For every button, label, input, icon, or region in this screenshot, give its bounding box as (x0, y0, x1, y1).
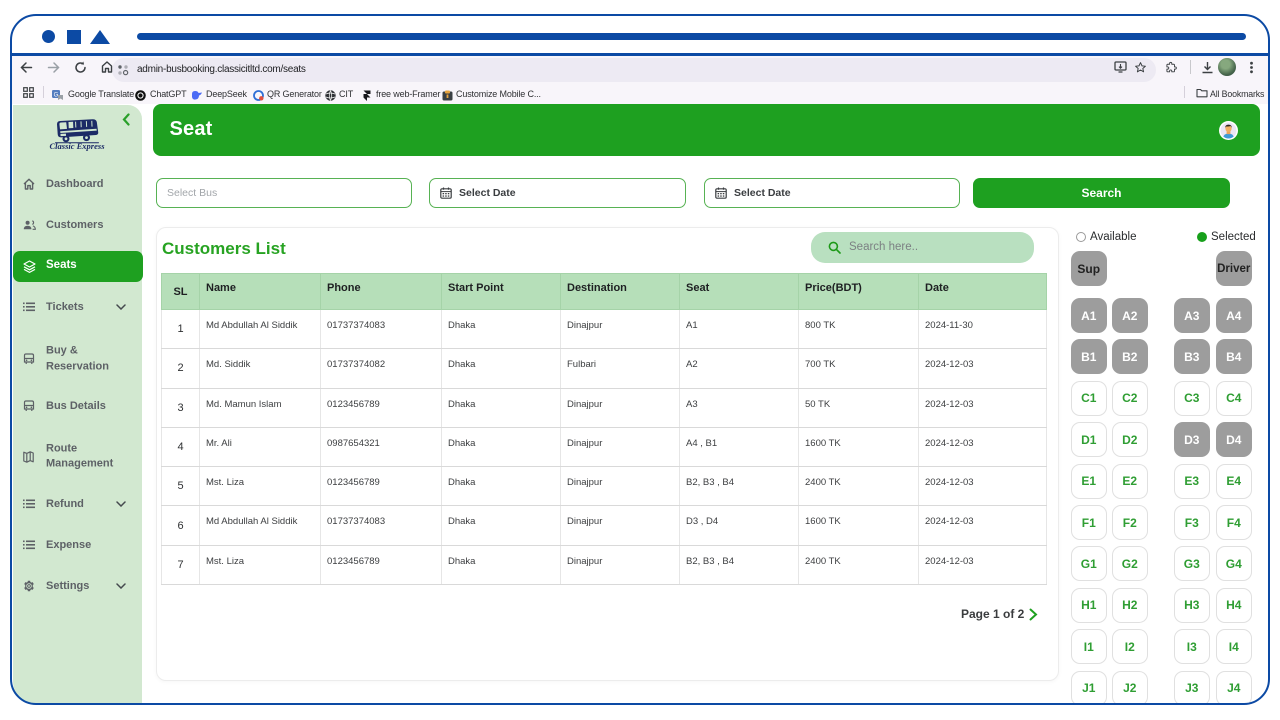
svg-text:G: G (54, 92, 59, 98)
